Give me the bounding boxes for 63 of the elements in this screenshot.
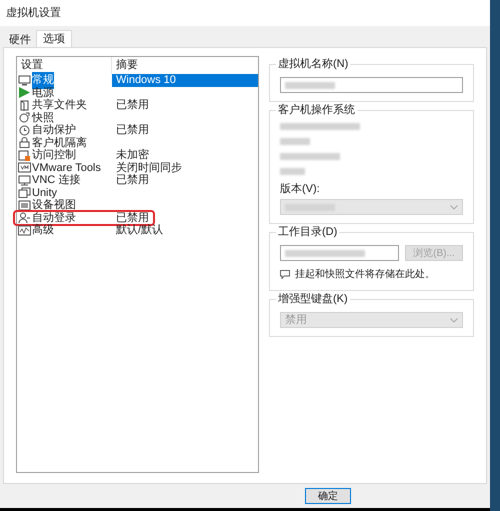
setting-name: 自动保护	[32, 123, 76, 136]
clock-icon	[18, 124, 31, 136]
setting-name: 访问控制	[32, 148, 76, 163]
setting-name: 共享文件夹	[32, 98, 87, 112]
play-icon	[18, 87, 31, 98]
chart-icon	[18, 224, 31, 236]
windows-icon	[18, 187, 31, 198]
caret-icon	[450, 318, 458, 322]
settings-row[interactable]: 自动登录 已禁用	[15, 212, 153, 224]
window-title: 虚拟机设置	[6, 6, 61, 21]
settings-row[interactable]: 共享文件夹 已禁用	[17, 99, 258, 112]
name-field[interactable]	[280, 77, 463, 93]
lock-icon	[18, 137, 31, 148]
setting-name: 电源	[32, 86, 54, 98]
settings-row[interactable]: 电源	[17, 86, 258, 99]
setting-summary: 未加密	[116, 148, 149, 162]
version-label: 版本(V):	[280, 183, 321, 196]
settings-row[interactable]: 自动保护 已禁用	[17, 124, 258, 136]
settings-row[interactable]: 高级 默认/默认	[17, 224, 258, 236]
setting-name: 自动登录	[32, 210, 76, 224]
setting-name: 设备视图	[32, 198, 76, 212]
column-header[interactable]: 摘要	[112, 57, 142, 74]
monitor-icon	[18, 74, 31, 86]
group-label: 客户机操作系统	[276, 103, 357, 117]
setting-summary: 关闭时间同步	[116, 160, 182, 174]
setting-name: VMware Tools	[32, 160, 101, 174]
setting-name: Unity	[32, 186, 58, 199]
settings-row[interactable]: 访问控制 未加密	[17, 149, 258, 162]
setting-name: VNC 连接	[32, 172, 80, 188]
setting-summary: 已禁用	[116, 98, 149, 113]
tab[interactable]: 硬件	[4, 32, 36, 47]
blurred-text	[285, 82, 335, 88]
group-label: 增强型键盘(K)	[276, 292, 350, 306]
user-icon	[18, 212, 31, 224]
folder-icon	[18, 100, 31, 111]
settings-row[interactable]: 快照	[17, 112, 258, 124]
tab[interactable]: 选项	[36, 30, 72, 47]
setting-name: 客户机隔离	[32, 136, 87, 148]
setting-summary: 已禁用	[116, 210, 149, 224]
speech-bubble-icon	[280, 270, 290, 279]
blurred-text	[280, 153, 340, 160]
blurred-text	[280, 168, 305, 175]
setting-summary: 已禁用	[116, 173, 149, 188]
group-label: 工作目录(D)	[276, 225, 340, 239]
setting-name: 常规	[32, 72, 54, 88]
network-monitor-icon	[18, 174, 31, 186]
setting-summary: Windows 10	[116, 73, 176, 88]
ok-button[interactable]: 确定	[305, 488, 351, 504]
directory-field[interactable]	[280, 245, 399, 261]
caret-icon	[450, 204, 458, 210]
settings-row[interactable]: VMware Tools 关闭时间同步	[17, 162, 258, 174]
setting-summary: 已禁用	[116, 123, 149, 138]
settings-row[interactable]: 设备视图	[17, 199, 258, 212]
setting-name: 快照	[32, 110, 54, 124]
blurred-text	[280, 138, 310, 145]
setting-summary: 默认/默认	[116, 223, 164, 238]
group-label: 虚拟机名称(N)	[276, 57, 350, 71]
note-text: 挂起和快照文件将存储在此处。	[295, 268, 435, 282]
vm-icon	[18, 162, 31, 174]
settings-row[interactable]: 客户机隔离	[17, 136, 258, 149]
setting-name: 高级	[32, 222, 54, 238]
settings-row[interactable]: Unity	[17, 186, 258, 199]
settings-row[interactable]: VNC 连接 已禁用	[17, 174, 258, 186]
